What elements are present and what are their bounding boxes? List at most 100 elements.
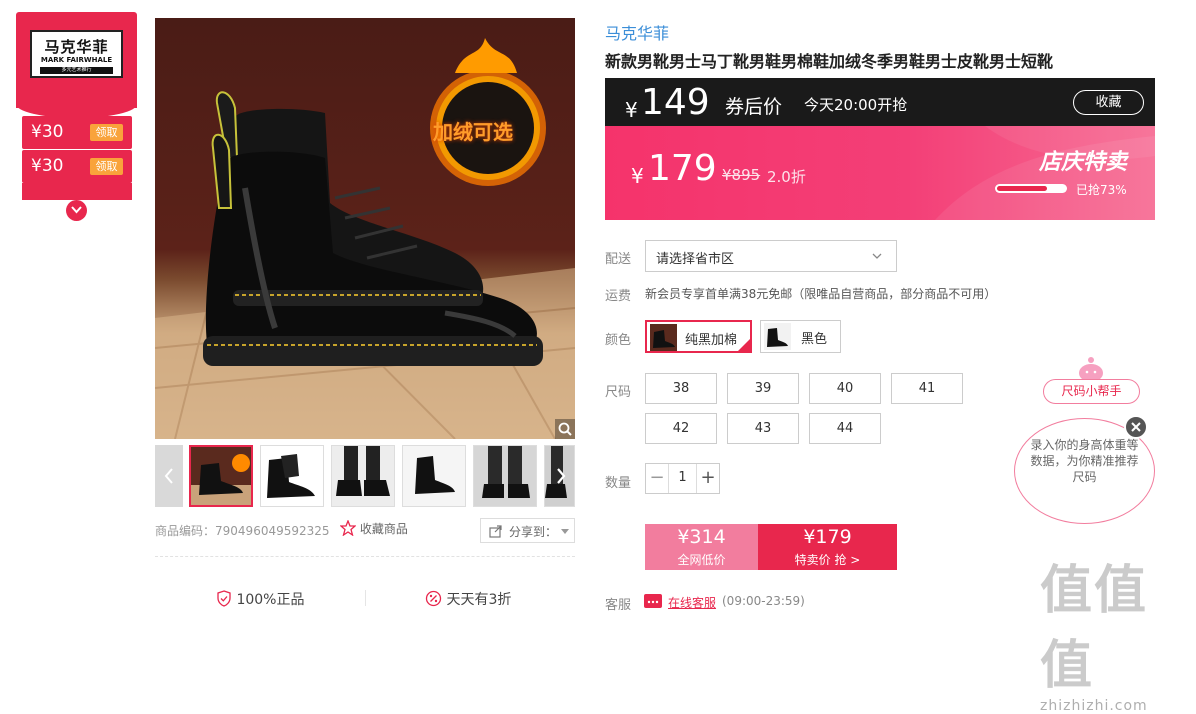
buy-now-button[interactable]: ¥179 特卖价 抢 > — [758, 524, 897, 570]
coupon-2[interactable]: ¥30 领取 — [22, 150, 132, 183]
shipping-label: 运费 — [605, 289, 632, 304]
discount-icon — [425, 590, 442, 607]
sale-price: 179 — [648, 148, 717, 189]
quantity-value[interactable]: 1 — [670, 470, 695, 485]
brand-logo-tag: 多元艺术推行 — [40, 67, 113, 74]
chevron-down-icon — [872, 253, 882, 259]
all-net-label: 全网低价 — [677, 553, 726, 567]
sale-start-time: 今天20:00开抢 — [804, 96, 908, 114]
color-option-label: 纯黑加棉 — [685, 333, 738, 348]
product-title: 新款男靴男士马丁靴男鞋男棉鞋加绒冬季男鞋男士皮靴男士短靴 — [605, 52, 1054, 71]
coupon-price: 149 — [641, 82, 710, 123]
brand-link[interactable]: 马克华菲 — [605, 20, 669, 44]
thumbnail-3[interactable] — [331, 445, 395, 507]
currency-symbol: ¥ — [625, 98, 638, 122]
coupon-value: ¥30 — [31, 156, 64, 176]
star-icon — [339, 519, 357, 537]
all-net-price: ¥314 — [677, 526, 726, 548]
watermark: 值值值 zhizhizhi.com — [1040, 548, 1196, 714]
chat-icon — [644, 594, 662, 608]
shipping-text: 新会员专享首单满38元免邮（限唯品自营商品，部分商品不可用） — [645, 287, 997, 301]
delivery-label: 配送 — [605, 252, 632, 267]
boot-thumb-icon — [415, 456, 455, 494]
discount-rate: 2.0折 — [767, 168, 806, 186]
color-option-black[interactable]: 黑色 — [760, 320, 841, 353]
boots-illustration — [155, 38, 575, 439]
region-select[interactable]: 请选择省市区 — [645, 240, 897, 272]
thumbnail-4[interactable] — [402, 445, 466, 507]
share-button[interactable]: 分享到： — [480, 518, 575, 543]
original-price: ¥895 — [722, 166, 761, 184]
promise-low-price: 天天有3折 — [425, 589, 511, 609]
chevron-right-icon — [557, 468, 566, 484]
caret-down-icon — [561, 529, 569, 534]
size-option-44[interactable]: 44 — [809, 413, 881, 444]
zoom-button[interactable] — [555, 419, 575, 439]
magnifier-icon — [558, 422, 572, 436]
share-label: 分享到： — [509, 525, 558, 539]
product-code: 商品编码：790496049592325 — [155, 522, 330, 539]
watermark-url: zhizhizhi.com — [1040, 698, 1148, 714]
sale-price-bar: ¥ 179 ¥895 2.0折 店庆特卖 已抢73% — [605, 126, 1155, 220]
boot-thumb-icon — [191, 454, 251, 505]
sale-price-button-label: 特卖价 抢 > — [794, 553, 861, 567]
selected-check-icon — [737, 338, 751, 352]
thumbnail-1[interactable] — [189, 445, 253, 507]
brand-logo-en: MARK FAIRWHALE — [40, 56, 113, 64]
size-option-40[interactable]: 40 — [809, 373, 881, 404]
chevron-down-icon — [71, 206, 82, 214]
color-option-black-fleece[interactable]: 纯黑加棉 — [645, 320, 752, 353]
boot-thumb-icon — [482, 446, 530, 498]
sold-progress-bar — [995, 184, 1067, 193]
color-swatch-icon — [764, 323, 791, 350]
collect-label: 收藏商品 — [359, 522, 408, 536]
collect-button[interactable]: 收藏商品 — [339, 519, 408, 537]
size-option-41[interactable]: 41 — [891, 373, 963, 404]
size-option-42[interactable]: 42 — [645, 413, 717, 444]
all-net-low-price-box: ¥314 全网低价 — [645, 524, 758, 570]
coupon-1[interactable]: ¥30 领取 — [22, 116, 132, 149]
color-swatch-icon — [650, 324, 677, 351]
online-service-link[interactable]: 在线客服 — [668, 594, 716, 611]
size-option-43[interactable]: 43 — [727, 413, 799, 444]
region-select-placeholder: 请选择省市区 — [656, 252, 735, 267]
thumb-next-button[interactable] — [547, 445, 575, 507]
service-label: 客服 — [605, 598, 632, 613]
thumb-prev-button[interactable] — [155, 445, 183, 507]
quantity-minus-button[interactable]: − — [646, 464, 669, 493]
chevron-left-icon — [164, 468, 173, 484]
service-hours: (09:00-23:59) — [722, 594, 805, 608]
coupon-price-bar: ¥ 149 券后价 今天20:00开抢 收藏 — [605, 78, 1155, 126]
size-helper-button[interactable]: 尺码小帮手 — [1043, 379, 1140, 404]
shield-check-icon — [217, 590, 231, 607]
divider — [155, 556, 575, 557]
favorite-button[interactable]: 收藏 — [1073, 90, 1144, 115]
size-option-39[interactable]: 39 — [727, 373, 799, 404]
currency-symbol: ¥ — [631, 164, 644, 188]
quantity-plus-button[interactable]: + — [696, 464, 719, 493]
thumbnail-5[interactable] — [473, 445, 537, 507]
boot-thumb-icon — [267, 454, 315, 498]
sold-progress-fill — [997, 186, 1047, 191]
coupon-expand-button[interactable] — [66, 200, 87, 221]
color-option-label: 黑色 — [801, 332, 828, 347]
share-icon — [489, 525, 502, 538]
color-label: 颜色 — [605, 333, 632, 348]
promise-genuine: 100%正品 — [216, 589, 304, 609]
sold-percent-text: 已抢73% — [1076, 183, 1127, 197]
coupon-get-button[interactable]: 领取 — [90, 158, 123, 175]
coupon-value: ¥30 — [31, 122, 64, 142]
sale-price-button-value: ¥179 — [803, 526, 852, 548]
size-option-38[interactable]: 38 — [645, 373, 717, 404]
size-helper-close-button[interactable] — [1124, 415, 1148, 439]
main-product-image[interactable]: 加绒可选 — [155, 18, 575, 439]
thumbnail-2[interactable] — [260, 445, 324, 507]
brand-card[interactable]: 马克华菲 MARK FAIRWHALE 多元艺术推行 — [16, 12, 137, 118]
quantity-stepper: − 1 + — [645, 463, 720, 494]
close-icon — [1131, 422, 1141, 432]
boot-thumb-icon — [336, 446, 390, 496]
coupon-get-button[interactable]: 领取 — [90, 124, 123, 141]
coupon-list-footer — [22, 183, 132, 200]
quantity-label: 数量 — [605, 476, 632, 491]
watermark-logo: 值值值 — [1040, 561, 1149, 696]
